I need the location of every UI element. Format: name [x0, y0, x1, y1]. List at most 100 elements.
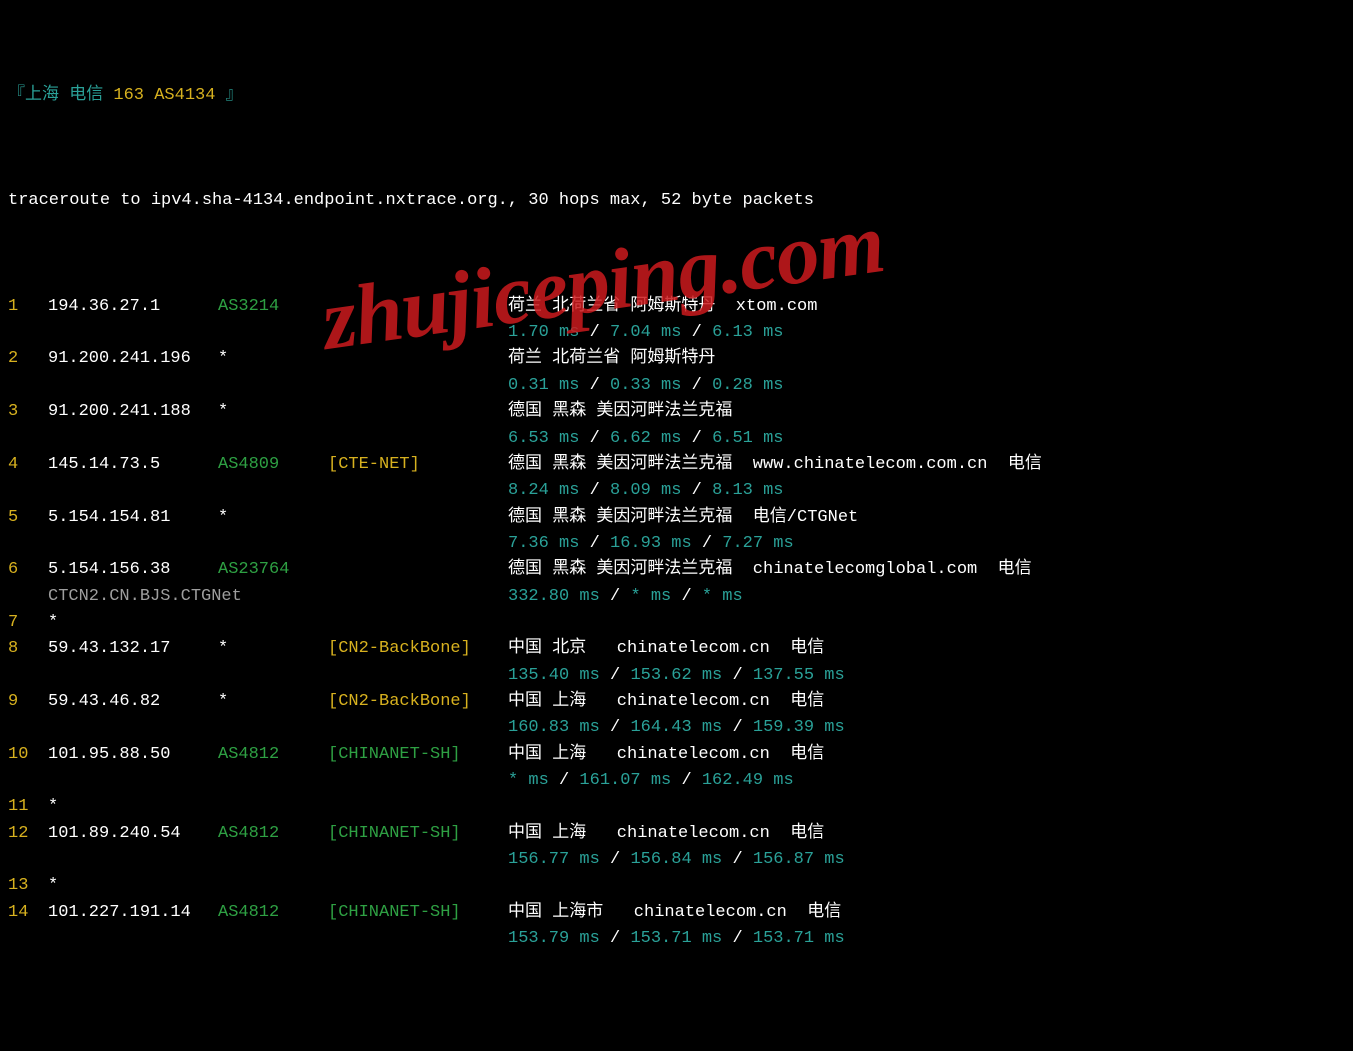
hop-subrow: 160.83 ms / 164.43 ms / 159.39 ms	[8, 715, 1345, 741]
hop-ip: 59.43.46.82	[48, 689, 218, 715]
hop-latency: 153.79 ms / 153.71 ms / 153.71 ms	[508, 926, 1345, 952]
hop-subrow: 0.31 ms / 0.33 ms / 0.28 ms	[8, 373, 1345, 399]
hop-latency: 6.53 ms / 6.62 ms / 6.51 ms	[508, 426, 1345, 452]
hop-location: 中国 上海市 chinatelecom.cn 电信	[508, 900, 1345, 926]
hop-subrow: 7.36 ms / 16.93 ms / 7.27 ms	[8, 531, 1345, 557]
hop-asn: *	[218, 689, 328, 715]
hop-number: 5	[8, 505, 48, 531]
hop-number: 1	[8, 294, 48, 320]
hop-tag: [CTE-NET]	[328, 452, 508, 478]
hop-number: 13	[8, 873, 48, 899]
hop-latency: * ms / 161.07 ms / 162.49 ms	[508, 768, 1345, 794]
hop-ip: 145.14.73.5	[48, 452, 218, 478]
hop-row: 12101.89.240.54AS4812[CHINANET-SH]中国 上海 …	[8, 821, 1345, 847]
hop-row: 959.43.46.82*[CN2-BackBone]中国 上海 chinate…	[8, 689, 1345, 715]
title-asn: 163 AS4134	[113, 86, 215, 105]
hop-asn: *	[218, 346, 328, 372]
hop-row: 11*	[8, 794, 1345, 820]
hop-row: 859.43.132.17*[CN2-BackBone]中国 北京 chinat…	[8, 636, 1345, 662]
terminal: 『上海 电信 163 AS4134 』 traceroute to ipv4.s…	[0, 0, 1353, 1051]
hop-latency: 156.77 ms / 156.84 ms / 156.87 ms	[508, 847, 1345, 873]
hop-rdns: CTCN2.CN.BJS.CTGNet	[48, 584, 508, 610]
hop-asn: AS4809	[218, 452, 328, 478]
hop-location: 荷兰 北荷兰省 阿姆斯特丹	[508, 346, 1345, 372]
hop-latency: 8.24 ms / 8.09 ms / 8.13 ms	[508, 478, 1345, 504]
hop-row: 391.200.241.188* 德国 黑森 美因河畔法兰克福	[8, 399, 1345, 425]
hop-ip: 5.154.154.81	[48, 505, 218, 531]
hop-row: 4145.14.73.5AS4809[CTE-NET]德国 黑森 美因河畔法兰克…	[8, 452, 1345, 478]
hop-asn: *	[218, 636, 328, 662]
hop-row: 7*	[8, 610, 1345, 636]
hop-ip: 194.36.27.1	[48, 294, 218, 320]
hop-asn: AS3214	[218, 294, 328, 320]
hop-ip: *	[48, 610, 218, 636]
hop-asn: AS23764	[218, 557, 328, 583]
hop-location: 德国 黑森 美因河畔法兰克福 电信/CTGNet	[508, 505, 1345, 531]
hop-tag: [CN2-BackBone]	[328, 689, 508, 715]
hop-number: 8	[8, 636, 48, 662]
hop-tag: [CN2-BackBone]	[328, 636, 508, 662]
hop-asn: AS4812	[218, 742, 328, 768]
hop-subrow: 156.77 ms / 156.84 ms / 156.87 ms	[8, 847, 1345, 873]
hop-ip: *	[48, 794, 218, 820]
hop-tag: [CHINANET-SH]	[328, 742, 508, 768]
hop-ip: 101.95.88.50	[48, 742, 218, 768]
hop-number: 6	[8, 557, 48, 583]
hop-location: 中国 上海 chinatelecom.cn 电信	[508, 742, 1345, 768]
hop-row: 55.154.154.81* 德国 黑森 美因河畔法兰克福 电信/CTGNet	[8, 505, 1345, 531]
hop-row: 1194.36.27.1AS3214 荷兰 北荷兰省 阿姆斯特丹 xtom.com	[8, 294, 1345, 320]
hop-asn: AS4812	[218, 900, 328, 926]
hop-latency: 135.40 ms / 153.62 ms / 137.55 ms	[508, 663, 1345, 689]
hop-tag: [CHINANET-SH]	[328, 900, 508, 926]
hop-location: 德国 黑森 美因河畔法兰克福 chinatelecomglobal.com 电信	[508, 557, 1345, 583]
hop-subrow: 6.53 ms / 6.62 ms / 6.51 ms	[8, 426, 1345, 452]
hop-asn: *	[218, 399, 328, 425]
hop-asn: AS4812	[218, 821, 328, 847]
hop-location: 中国 北京 chinatelecom.cn 电信	[508, 636, 1345, 662]
hop-number: 11	[8, 794, 48, 820]
hop-row: 65.154.156.38AS23764 德国 黑森 美因河畔法兰克福 china…	[8, 557, 1345, 583]
hop-latency: 7.36 ms / 16.93 ms / 7.27 ms	[508, 531, 1345, 557]
hop-number: 14	[8, 900, 48, 926]
hop-latency: 160.83 ms / 164.43 ms / 159.39 ms	[508, 715, 1345, 741]
hop-ip: 101.227.191.14	[48, 900, 218, 926]
hop-location: 德国 黑森 美因河畔法兰克福	[508, 399, 1345, 425]
title-prefix: 『上海 电信	[8, 86, 113, 105]
hop-subrow: 153.79 ms / 153.71 ms / 153.71 ms	[8, 926, 1345, 952]
traceroute-command: traceroute to ipv4.sha-4134.endpoint.nxt…	[8, 188, 1345, 214]
hop-asn: *	[218, 505, 328, 531]
hop-subrow: 135.40 ms / 153.62 ms / 137.55 ms	[8, 663, 1345, 689]
hop-number: 9	[8, 689, 48, 715]
hop-row: 10101.95.88.50AS4812[CHINANET-SH]中国 上海 c…	[8, 742, 1345, 768]
hop-number: 3	[8, 399, 48, 425]
hop-location: 中国 上海 chinatelecom.cn 电信	[508, 821, 1345, 847]
hop-subrow: 1.70 ms / 7.04 ms / 6.13 ms	[8, 320, 1345, 346]
hop-ip: 91.200.241.188	[48, 399, 218, 425]
hop-number: 12	[8, 821, 48, 847]
hop-ip: 101.89.240.54	[48, 821, 218, 847]
hop-ip: *	[48, 873, 218, 899]
hop-latency: 1.70 ms / 7.04 ms / 6.13 ms	[508, 320, 1345, 346]
hop-subrow: * ms / 161.07 ms / 162.49 ms	[8, 768, 1345, 794]
hop-location: 中国 上海 chinatelecom.cn 电信	[508, 689, 1345, 715]
hop-number: 4	[8, 452, 48, 478]
hop-ip: 59.43.132.17	[48, 636, 218, 662]
hop-ip: 91.200.241.196	[48, 346, 218, 372]
hop-row: 13*	[8, 873, 1345, 899]
hop-location: 荷兰 北荷兰省 阿姆斯特丹 xtom.com	[508, 294, 1345, 320]
hop-number: 7	[8, 610, 48, 636]
hop-row: 291.200.241.196* 荷兰 北荷兰省 阿姆斯特丹	[8, 346, 1345, 372]
hop-tag: [CHINANET-SH]	[328, 821, 508, 847]
title-suffix: 』	[215, 86, 242, 105]
hop-location: 德国 黑森 美因河畔法兰克福 www.chinatelecom.com.cn 电…	[508, 452, 1345, 478]
hop-list: 1194.36.27.1AS3214 荷兰 北荷兰省 阿姆斯特丹 xtom.com…	[8, 294, 1345, 953]
hop-subrow: 8.24 ms / 8.09 ms / 8.13 ms	[8, 478, 1345, 504]
hop-row: 14101.227.191.14AS4812[CHINANET-SH]中国 上海…	[8, 900, 1345, 926]
route-title: 『上海 电信 163 AS4134 』	[8, 83, 1345, 109]
hop-latency: 0.31 ms / 0.33 ms / 0.28 ms	[508, 373, 1345, 399]
hop-number: 10	[8, 742, 48, 768]
hop-ip: 5.154.156.38	[48, 557, 218, 583]
hop-subrow: CTCN2.CN.BJS.CTGNet332.80 ms / * ms / * …	[8, 584, 1345, 610]
hop-number: 2	[8, 346, 48, 372]
hop-latency: 332.80 ms / * ms / * ms	[508, 584, 1345, 610]
